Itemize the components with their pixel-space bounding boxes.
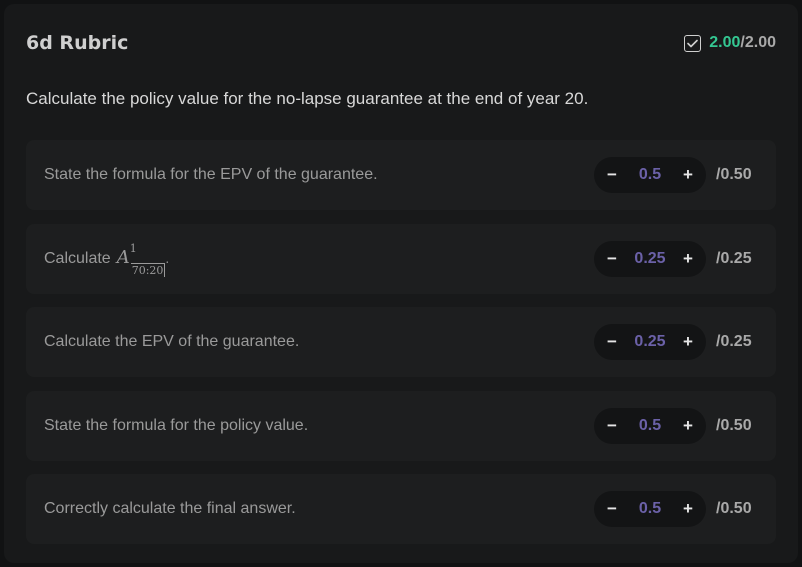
score-value[interactable]: 0.5 <box>639 417 661 435</box>
rubric-panel: 6d Rubric 2.00/2.00 Calculate the policy… <box>4 4 798 563</box>
math-sub: 70:20 <box>130 262 166 277</box>
score-control: − 0.25 + /0.25 <box>594 240 758 277</box>
criterion-row: Correctly calculate the final answer. − … <box>26 474 776 544</box>
criterion-row: Calculate the EPV of the guarantee. − 0.… <box>26 307 776 377</box>
increment-button[interactable]: + <box>680 249 696 269</box>
score-control: − 0.5 + /0.50 <box>594 491 758 527</box>
criterion-row: State the formula for the EPV of the gua… <box>26 140 776 210</box>
max-score: /0.50 <box>716 500 752 517</box>
score-value[interactable]: 0.5 <box>639 166 661 184</box>
rubric-title: 6d Rubric <box>26 32 129 54</box>
score-control: − 0.25 + /0.25 <box>594 324 758 360</box>
math-expression: A1 70:20. <box>116 242 170 277</box>
criteria-list: State the formula for the EPV of the gua… <box>26 140 776 558</box>
question-prompt: Calculate the policy value for the no-la… <box>26 89 589 108</box>
increment-button[interactable]: + <box>680 165 696 185</box>
math-sup: 1 <box>129 242 137 256</box>
decrement-button[interactable]: − <box>604 499 620 519</box>
increment-button[interactable]: + <box>680 416 696 436</box>
increment-button[interactable]: + <box>680 499 696 519</box>
checkbox-checked-icon[interactable] <box>684 34 702 52</box>
score-stepper: − 0.5 + <box>594 491 706 527</box>
criterion-label: State the formula for the EPV of the gua… <box>44 166 378 183</box>
score-control: − 0.5 + /0.50 <box>594 407 758 444</box>
score-value[interactable]: 0.25 <box>634 333 665 351</box>
decrement-button[interactable]: − <box>604 165 620 185</box>
score-total: /2.00 <box>740 34 776 51</box>
max-score: /0.25 <box>716 333 752 350</box>
score-stepper: − 0.5 + <box>594 407 706 444</box>
increment-button[interactable]: + <box>680 332 696 352</box>
criterion-label: Calculate A1 70:20. <box>44 242 170 277</box>
score-stepper: − 0.25 + <box>594 240 706 277</box>
criterion-row: Calculate A1 70:20. − 0.25 + /0.25 <box>26 223 776 294</box>
decrement-button[interactable]: − <box>604 416 620 436</box>
score-value[interactable]: 0.25 <box>634 250 665 268</box>
criterion-label: State the formula for the policy value. <box>44 416 309 434</box>
score-earned: 2.00 <box>709 34 741 51</box>
rubric-header: 6d Rubric 2.00/2.00 <box>26 28 776 58</box>
score-value[interactable]: 0.5 <box>639 500 661 518</box>
decrement-button[interactable]: − <box>604 332 620 352</box>
score-stepper: − 0.5 + <box>594 157 706 193</box>
score-stepper: − 0.25 + <box>594 324 706 360</box>
max-score: /0.50 <box>716 416 752 434</box>
criterion-row: State the formula for the policy value. … <box>26 390 776 461</box>
total-score: 2.00/2.00 <box>684 34 776 52</box>
math-base: A <box>116 247 130 269</box>
criterion-label: Calculate the EPV of the guarantee. <box>44 333 300 350</box>
score-control: − 0.5 + /0.50 <box>594 157 758 193</box>
decrement-button[interactable]: − <box>604 249 620 269</box>
math-suffix: . <box>165 252 170 267</box>
max-score: /0.50 <box>716 166 752 183</box>
max-score: /0.25 <box>716 249 752 267</box>
criterion-label-text: Calculate <box>44 249 111 267</box>
criterion-label: Correctly calculate the final answer. <box>44 500 296 517</box>
